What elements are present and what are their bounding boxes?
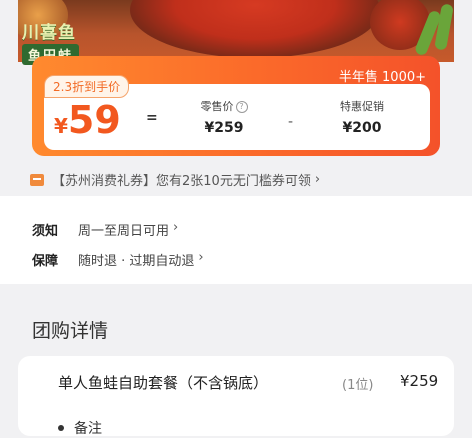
leaf-decoration [434,3,454,51]
promo-block: 特惠促销 ¥200 [322,98,402,136]
coupon-text: 【苏州消费礼券】您有2张10元无门槛券可领 [52,174,311,189]
section-title: 团购详情 [32,320,109,342]
detail-card: 单人鱼蛙自助套餐（不含锅底） (1位) ¥259 备注 [18,356,454,438]
package-quantity: (1位) [342,378,374,393]
sales-count: 半年售 1000+ [338,70,426,85]
brand-logo: 川喜鱼 鱼田蛙 [22,18,108,65]
list-item: 备注 [58,418,102,438]
minus-sign: - [288,114,294,130]
guarantee-row[interactable]: 保障 随时退 · 过期自动退 › [32,250,204,269]
bullet-icon [58,425,64,431]
coupon-link[interactable]: 【苏州消费礼券】您有2张10元无门槛券可领 › [30,170,320,189]
guarantee-label: 保障 [32,254,59,269]
price-card: 半年售 1000+ 2.3折到手价 ¥59 = 零售价? ¥259 - 特惠促销… [32,56,440,156]
info-section: 须知 周一至周日可用 › 保障 随时退 · 过期自动退 › [0,196,472,284]
retail-price-value: ¥259 [204,120,244,136]
guarantee-value: 随时退 · 过期自动退 [78,254,195,269]
info-icon[interactable]: ? [235,101,248,113]
chevron-right-icon: › [173,220,179,235]
final-price: ¥59 [54,98,121,142]
notice-value: 周一至周日可用 [78,224,170,239]
promo-label: 特惠促销 [340,100,384,113]
discount-badge: 2.3折到手价 [44,75,130,98]
coupon-icon [30,173,44,186]
retail-price-block[interactable]: 零售价? ¥259 [184,98,264,136]
package-price: ¥259 [400,372,439,390]
chevron-right-icon: › [198,250,204,265]
hotpot-image [130,0,380,58]
notice-label: 须知 [32,224,59,239]
price-breakdown: 2.3折到手价 ¥59 = 零售价? ¥259 - 特惠促销 ¥200 [44,75,430,150]
promo-value: ¥200 [342,120,382,136]
equals-sign: = [146,110,158,126]
package-name: 单人鱼蛙自助套餐（不含锅底） [58,374,269,392]
notice-row[interactable]: 须知 周一至周日可用 › [32,220,178,239]
list-item-label: 备注 [74,421,102,437]
retail-price-label: 零售价 [200,100,234,113]
chevron-right-icon: › [314,172,321,187]
